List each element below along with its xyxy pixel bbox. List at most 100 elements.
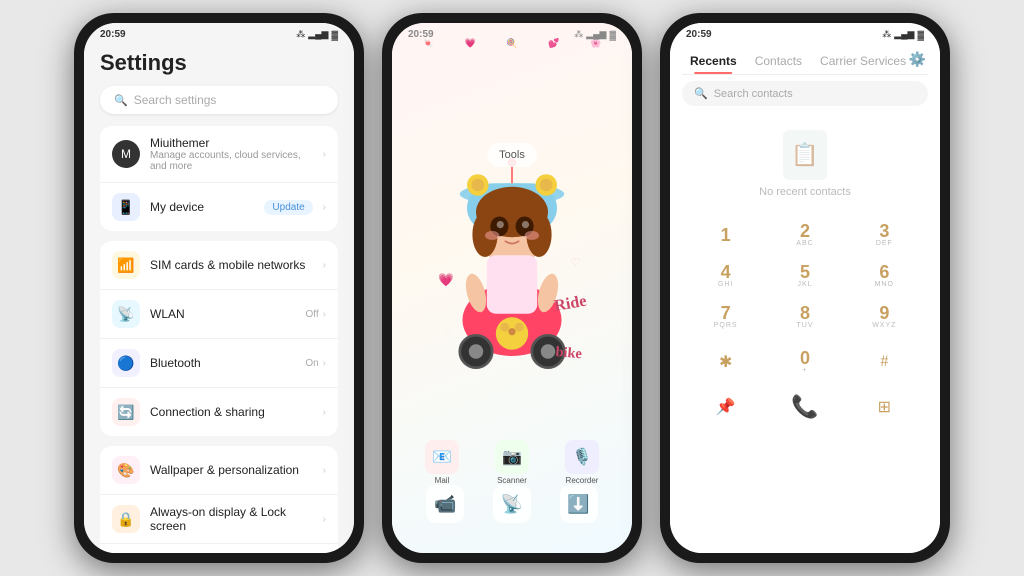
sim-label: SIM cards & mobile networks [150, 258, 313, 272]
dial-letters-4: GHI [718, 281, 733, 288]
wlan-icon: 📡 [112, 300, 140, 328]
dial-key-7[interactable]: 7 PQRS [686, 296, 765, 337]
dock-downloads[interactable]: ⬇️ [560, 485, 598, 523]
display-item[interactable]: 📱 Display › [100, 544, 338, 553]
search-icon: 🔍 [694, 87, 708, 100]
personalization-card: 🎨 Wallpaper & personalization › 🔒 Always… [100, 446, 338, 553]
tab-carrier-services[interactable]: Carrier Services [812, 48, 914, 74]
bluetooth-icon: 🔵 [112, 349, 140, 377]
dial-key-2[interactable]: 2 ABC [765, 214, 844, 255]
call-icon: 📞 [791, 394, 818, 420]
connection-text: Connection & sharing [150, 405, 313, 419]
lock-text: Always-on display & Lock screen [150, 505, 313, 533]
svg-text:bike: bike [555, 344, 583, 362]
sim-item[interactable]: 📶 SIM cards & mobile networks › [100, 241, 338, 290]
contacts-search[interactable]: 🔍 Search contacts [682, 81, 928, 106]
dock-mi-remote[interactable]: 📡 [493, 485, 531, 523]
dial-num-0: 0 [800, 349, 810, 367]
dial-num-8: 8 [800, 304, 810, 322]
avatar: M [112, 140, 140, 168]
dial-star[interactable]: ✱ [686, 341, 765, 382]
settings-title: Settings [84, 44, 354, 86]
dial-hash[interactable]: # [845, 341, 924, 382]
app-scanner[interactable]: 📷 Scanner [478, 440, 546, 485]
dialpad-toggle-button[interactable]: ⊞ [845, 386, 924, 428]
dial-letters-7: PQRS [714, 322, 738, 329]
dial-zero[interactable]: 0 + [765, 341, 844, 382]
battery-icon: ▓ [331, 30, 338, 40]
update-badge[interactable]: Update [264, 200, 312, 215]
sim-text: SIM cards & mobile networks [150, 258, 313, 272]
dial-key-4[interactable]: 4 GHI [686, 255, 765, 296]
dial-letters-6: MNO [875, 281, 894, 288]
app-recorder[interactable]: 🎙️ Recorder [548, 440, 616, 485]
chevron-icon: › [323, 149, 326, 160]
tab-recents-label: Recents [690, 54, 737, 68]
dial-star-sym: ✱ [719, 352, 732, 372]
app-grid: 📧 Mail 📷 Scanner 🎙️ Recorder [392, 440, 632, 485]
dial-hash-sym: # [880, 353, 888, 371]
voicemail-button[interactable]: 📌 [686, 386, 765, 428]
profile-card: M Miuithemer Manage accounts, cloud serv… [100, 126, 338, 231]
connection-icon: 🔄 [112, 398, 140, 426]
tab-recents[interactable]: Recents [682, 48, 745, 74]
bluetooth-status: On › [305, 358, 326, 369]
wlan-label: WLAN [150, 307, 296, 321]
dial-key-6[interactable]: 6 MNO [845, 255, 924, 296]
dialpad-grid-icon: ⊞ [878, 397, 891, 417]
connection-item[interactable]: 🔄 Connection & sharing › [100, 388, 338, 436]
dial-bottom-row: ✱ 0 + # [670, 341, 940, 382]
lock-label: Always-on display & Lock screen [150, 505, 313, 533]
phone-right: 20:59 ⁂ ▂▄▆ ▓ ⚙️ Recents Contacts Carrie… [660, 13, 950, 563]
wallpaper-screen: 20:59 ⁂ ▂▄▆ ▓ 🍬💗🍭💕🌸 [392, 23, 632, 553]
dial-letters-9: WXYZ [872, 322, 896, 329]
tab-contacts[interactable]: Contacts [747, 48, 810, 74]
battery-icon: ▓ [917, 30, 924, 40]
svg-text:♡: ♡ [445, 330, 453, 340]
bluetooth-item[interactable]: 🔵 Bluetooth On › [100, 339, 338, 388]
svg-text:💗: 💗 [438, 272, 454, 287]
dial-num-2: 2 [800, 222, 810, 240]
dial-key-1[interactable]: 1 [686, 214, 765, 255]
signal-icon: ▂▄▆ [308, 29, 328, 40]
device-icon: 📱 [112, 193, 140, 221]
wallpaper-item[interactable]: 🎨 Wallpaper & personalization › [100, 446, 338, 495]
time-left: 20:59 [100, 29, 126, 40]
dial-num-7: 7 [721, 304, 731, 322]
wlan-item[interactable]: 📡 WLAN Off › [100, 290, 338, 339]
wlan-status: Off › [306, 309, 327, 320]
profile-text: Miuithemer Manage accounts, cloud servic… [150, 136, 313, 172]
tab-contacts-label: Contacts [755, 54, 802, 68]
profile-sub: Manage accounts, cloud services, and mor… [150, 150, 313, 172]
bluetooth-text: Bluetooth [150, 356, 295, 370]
dial-key-8[interactable]: 8 TUV [765, 296, 844, 337]
folder-overlay[interactable]: Tools [487, 143, 537, 167]
lock-item[interactable]: 🔒 Always-on display & Lock screen › [100, 495, 338, 544]
voicemail-icon: 📌 [716, 397, 736, 417]
search-placeholder: Search contacts [714, 88, 793, 100]
dial-key-3[interactable]: 3 DEF [845, 214, 924, 255]
device-item[interactable]: 📱 My device Update › [100, 183, 338, 231]
device-label: My device [150, 200, 254, 214]
dial-num-6: 6 [879, 263, 889, 281]
wlan-off: Off [306, 309, 319, 320]
tab-divider [682, 74, 928, 75]
search-icon: 🔍 [114, 94, 128, 107]
status-bar-left: 20:59 ⁂ ▂▄▆ ▓ [84, 23, 354, 44]
contacts-tabs: Recents Contacts Carrier Services [670, 44, 940, 74]
profile-item[interactable]: M Miuithemer Manage accounts, cloud serv… [100, 126, 338, 183]
dialpad: 1 2 ABC 3 DEF 4 GHI 5 JKL [670, 210, 940, 341]
app-mail-label: Mail [435, 476, 450, 485]
search-bar[interactable]: 🔍 Search settings [100, 86, 338, 114]
dial-key-9[interactable]: 9 WXYZ [845, 296, 924, 337]
phone-middle: 20:59 ⁂ ▂▄▆ ▓ 🍬💗🍭💕🌸 [382, 13, 642, 563]
app-recorder-label: Recorder [566, 476, 599, 485]
battery-icon: ▓ [609, 30, 616, 40]
time-middle: 20:59 [408, 29, 434, 40]
chevron-icon: › [323, 358, 326, 369]
app-mail[interactable]: 📧 Mail [408, 440, 476, 485]
dock-screen-recorder[interactable]: 📹 [426, 485, 464, 523]
dial-key-5[interactable]: 5 JKL [765, 255, 844, 296]
call-button[interactable]: 📞 [765, 386, 844, 428]
chevron-icon: › [323, 260, 326, 271]
